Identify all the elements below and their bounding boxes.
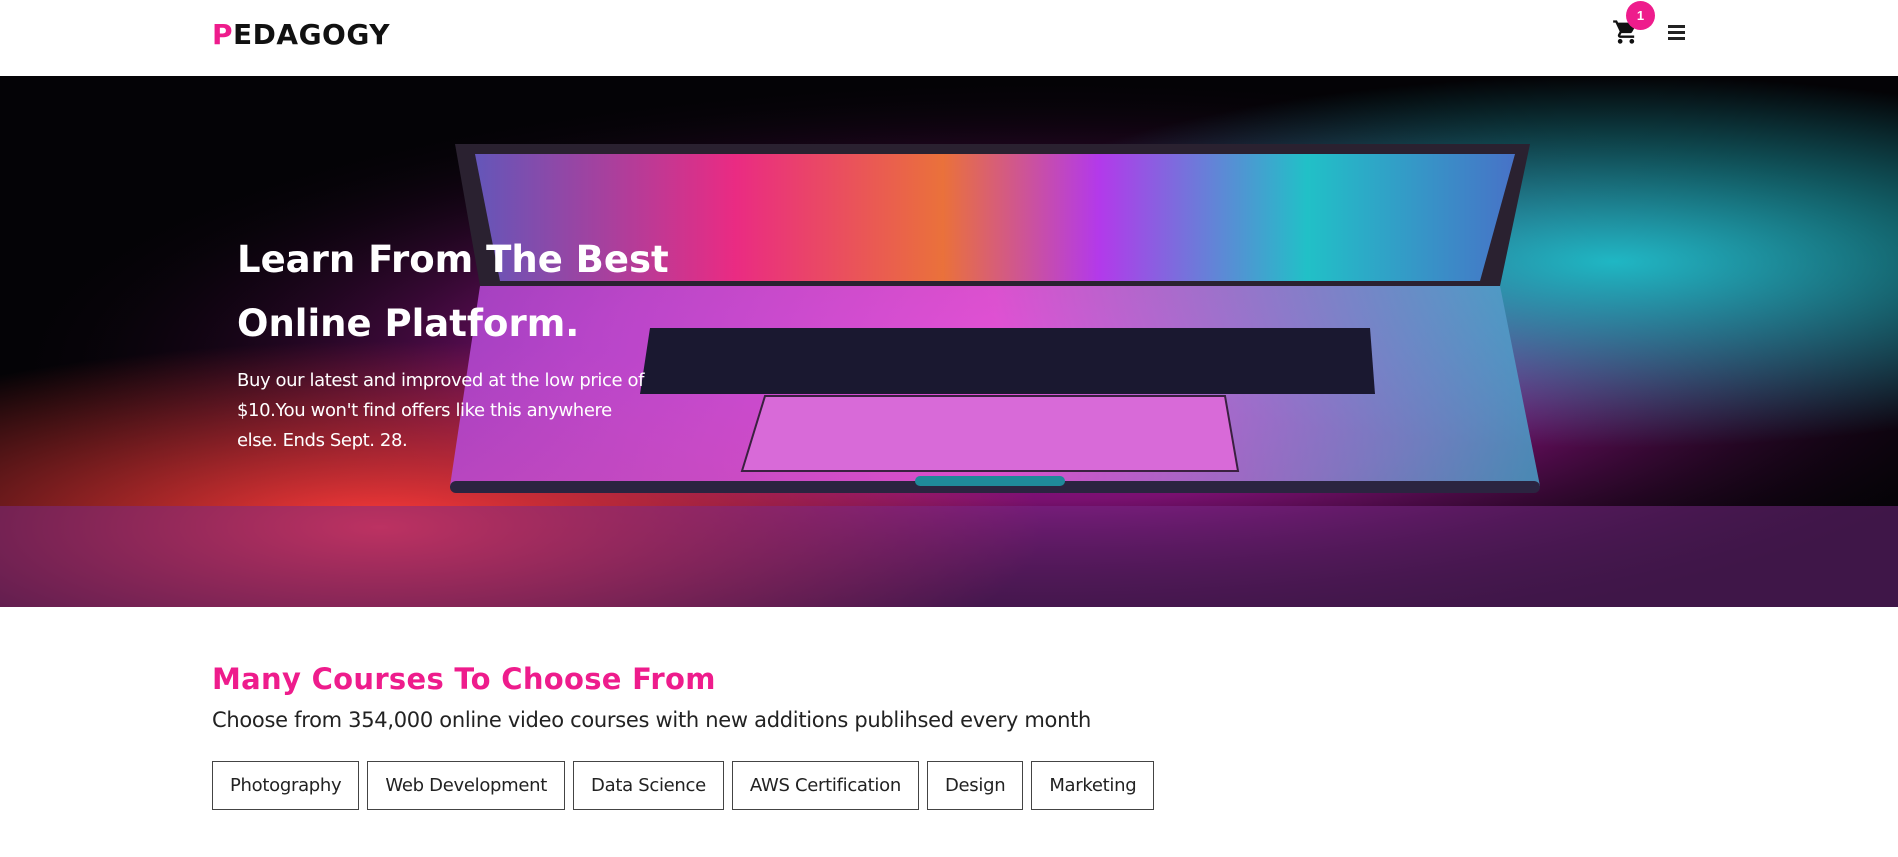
category-list: Photography Web Development Data Science… <box>212 761 1155 810</box>
category-button-design[interactable]: Design <box>926 761 1024 810</box>
category-button-photography[interactable]: Photography <box>212 761 360 810</box>
category-button-marketing[interactable]: Marketing <box>1031 761 1155 810</box>
category-button-web-development[interactable]: Web Development <box>367 761 566 810</box>
category-button-data-science[interactable]: Data Science <box>573 761 724 810</box>
logo-initial: P <box>212 18 234 51</box>
hero-title-line-2: Online Platform. <box>237 302 580 345</box>
hero-banner: Learn From The Best Online Platform. Buy… <box>0 76 1898 607</box>
cart-count-badge: 1 <box>1626 1 1655 30</box>
menu-button[interactable] <box>1666 22 1688 44</box>
logo[interactable]: PEDAGOGY <box>212 18 390 51</box>
courses-subtitle: Choose from 354,000 online video courses… <box>212 708 1092 732</box>
hero-title: Learn From The Best Online Platform. <box>237 228 717 356</box>
hero-description: Buy our latest and improved at the low p… <box>237 370 645 451</box>
courses-heading: Many Courses To Choose From <box>212 662 716 696</box>
logo-text: EDAGOGY <box>233 18 390 51</box>
site-header: PEDAGOGY 1 <box>0 0 1898 76</box>
hero-title-line-1: Learn From The Best <box>237 238 669 281</box>
category-button-aws-certification[interactable]: AWS Certification <box>731 761 919 810</box>
hamburger-menu-icon <box>1666 25 1688 40</box>
